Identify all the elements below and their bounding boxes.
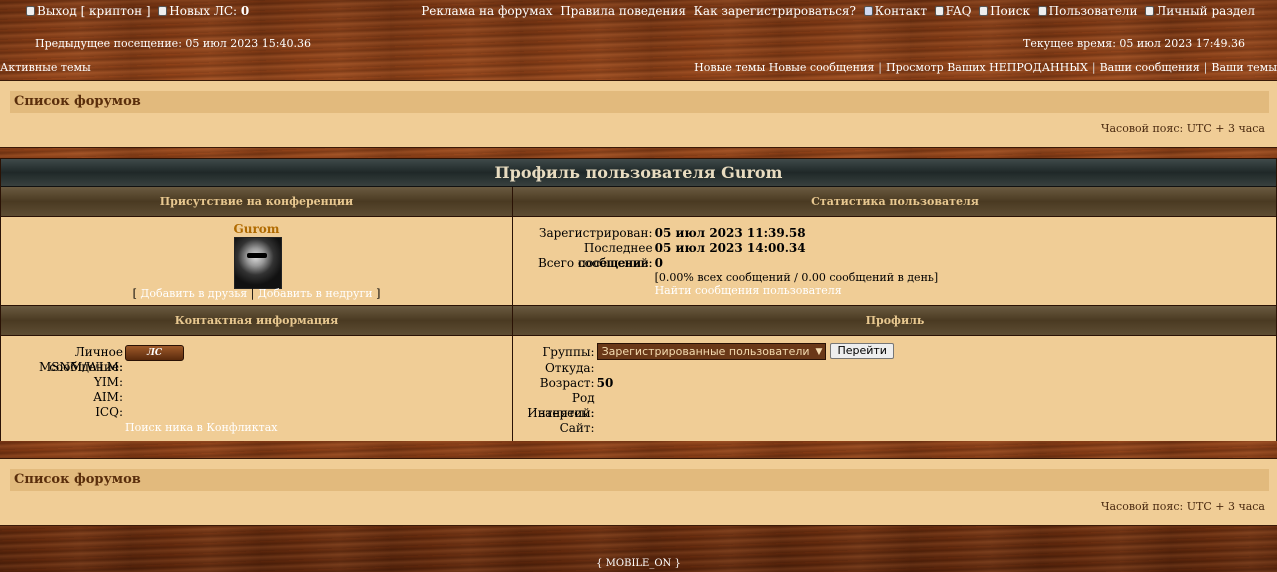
pm-button[interactable]: ЛС [125,345,184,361]
search-icon [979,6,989,16]
unsold-link[interactable]: Просмотр Ваших НЕПРОДАННЫХ [886,61,1088,74]
pm-label: Личное сообщение: [49,345,123,374]
forum-list-link[interactable]: Список форумов [14,94,141,109]
find-posts-link[interactable]: Найти сообщения пользователя [655,284,842,297]
register-how-link[interactable]: Как зарегистрироваться? [694,4,856,18]
separator: | [878,61,882,74]
conflicts-search-link[interactable]: Поиск ника в Конфликтах [125,421,277,434]
logout-icon [26,6,35,16]
groups-selected: Зарегистрированные пользователи [601,344,810,358]
mobile-toggle[interactable]: { MOBILE_ON } [0,558,1277,569]
profile-header: Профиль [865,314,925,327]
chevron-down-icon: ▼ [815,346,823,357]
msnm-label: MSNM/WLM: [39,360,123,374]
posts-label: Всего сообщений: [537,256,653,270]
presence-header: Присутствие на конференции [1,187,513,216]
add-friend-link[interactable]: Добавить в друзья [140,287,247,300]
age-label: Возраст: [539,376,595,390]
add-foe-link[interactable]: Добавить в недруги [258,287,373,300]
contact-icon [863,6,873,16]
personal-link[interactable]: Личный раздел [1156,4,1255,18]
users-icon [1037,6,1047,16]
current-time: Текущее время: 05 июл 2023 17:49.36 [1023,37,1245,50]
from-label: Откуда: [544,361,595,375]
your-posts-link[interactable]: Ваши сообщения [1100,61,1200,74]
registered-label: Зарегистрирован: [538,226,653,240]
active-topics-link[interactable]: Активные темы [0,61,91,74]
your-topics-link[interactable]: Ваши темы [1211,61,1277,74]
go-button[interactable]: Перейти [830,343,894,359]
forum-list-link-bottom[interactable]: Список форумов [14,472,141,487]
contact-header: Контактная информация [1,306,513,335]
groups-select[interactable]: Зарегистрированные пользователи ▼ [596,343,827,360]
ads-link[interactable]: Реклама на форумах [421,4,552,18]
posts-detail: [0.00% всех сообщений / 0.00 сообщений в… [654,271,939,284]
yim-label: YIM: [94,375,123,389]
profile-block: Профиль пользователя Gurom Присутствие н… [0,158,1277,441]
site-label: Сайт: [559,421,595,435]
forum-list-panel-top: Список форумов Часовой пояс: UTC + 3 час… [0,80,1277,148]
new-topics-link[interactable]: Новые темы [694,61,765,74]
groups-label: Группы: [542,345,595,359]
new-pm-count: 0 [240,4,250,18]
timezone-label: Часовой пояс: UTC + 3 часа [1100,122,1265,135]
faq-icon [934,6,944,16]
username: Gurom [233,222,280,236]
separator: | [1091,61,1096,74]
new-pm-link[interactable]: Новых ЛС: [169,4,237,18]
new-posts-link[interactable]: Новые сообщения [769,61,875,74]
rules-link[interactable]: Правила поведения [560,4,686,18]
profile-title: Профиль пользователя Gurom [1,159,1276,187]
friends-links: [ Добавить в друзья | Добавить в недруги… [132,287,381,300]
aim-label: AIM: [93,390,123,404]
occupation-label: Род занятий: [538,391,595,420]
last-visit-label: Последнее посещение: [578,241,653,270]
registered-value: 05 июл 2023 11:39.58 [654,226,806,240]
contact-link[interactable]: Контакт [875,4,927,18]
users-link[interactable]: Пользователи [1049,4,1138,18]
pm-icon [158,6,168,16]
timezone-label-bottom: Часовой пояс: UTC + 3 часа [1100,500,1265,513]
search-link[interactable]: Поиск [990,4,1030,18]
previous-visit: Предыдущее посещение: 05 июл 2023 15:40.… [35,37,311,50]
separator: | [1203,61,1208,74]
age-value: 50 [596,376,614,390]
personal-icon [1145,6,1155,16]
stats-header: Статистика пользователя [811,195,979,208]
forum-list-panel-bottom: Список форумов Часовой пояс: UTC + 3 час… [0,458,1277,526]
logout-link[interactable]: Выход [ криптон ] [37,4,151,18]
avatar [234,237,282,289]
top-bar: Выход [ криптон ] Новых ЛС: 0 Реклама на… [0,0,1277,22]
faq-link[interactable]: FAQ [946,4,972,18]
last-visit-value: 05 июл 2023 14:00.34 [654,241,806,255]
posts-value: 0 [654,256,663,270]
interests-label: Интересы: [527,406,595,420]
icq-label: ICQ: [95,405,123,419]
